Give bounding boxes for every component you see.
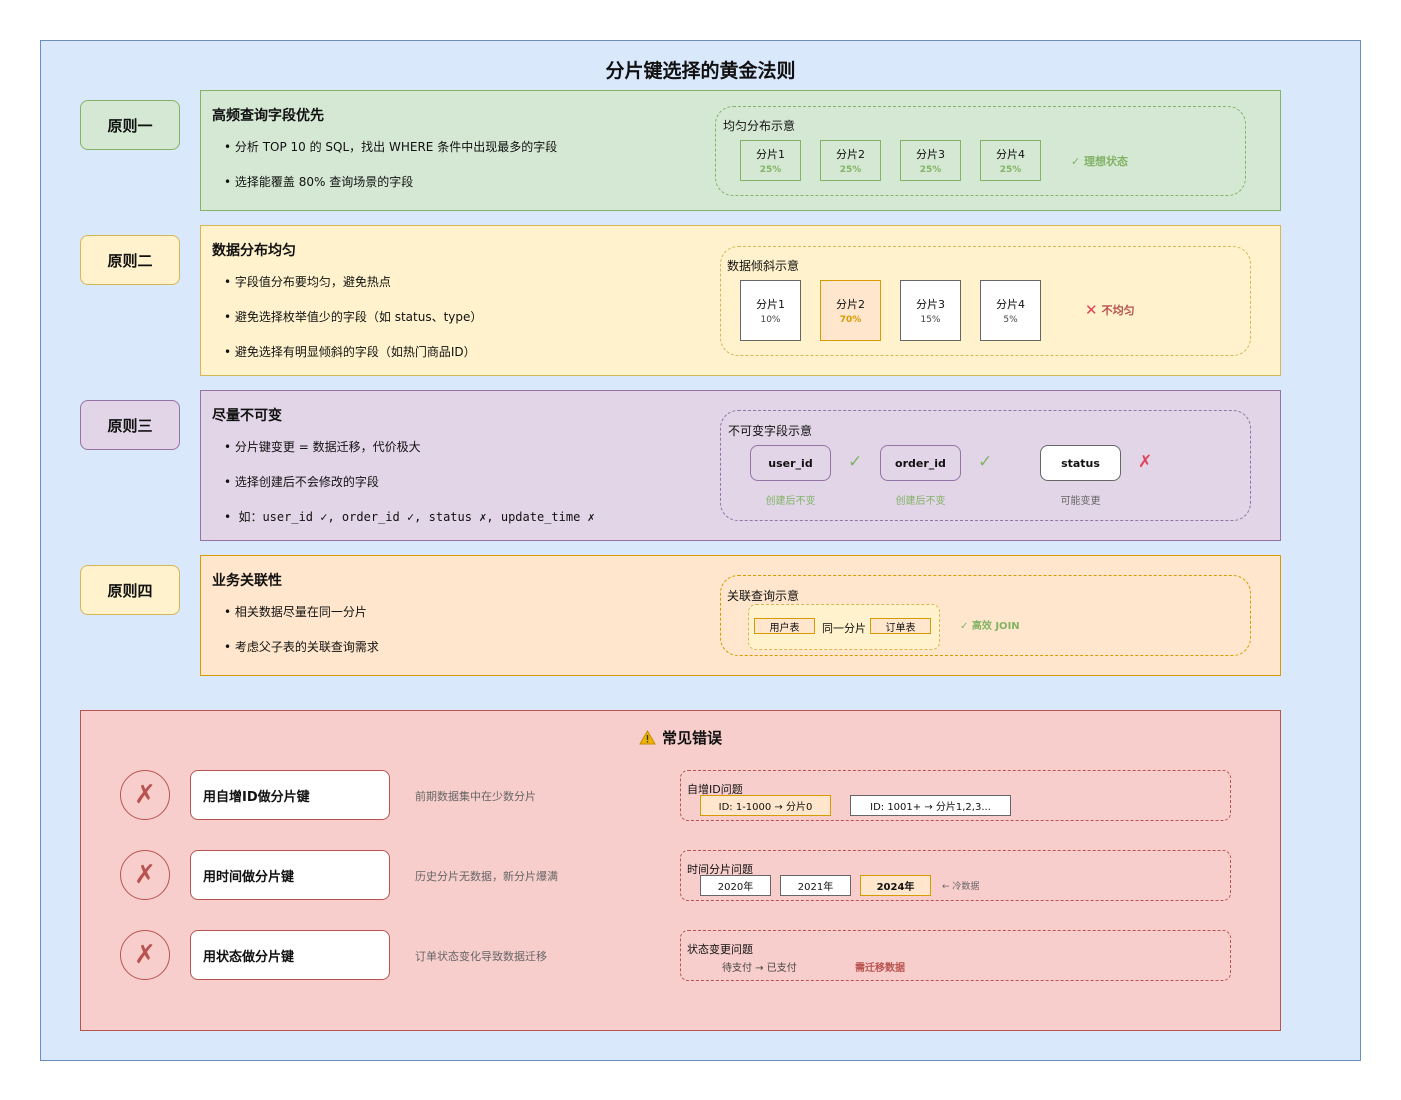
principle-3-bullet-1: • 分片键变更 = 数据迁移，代价极大	[224, 440, 421, 454]
year-box: 2021年	[780, 875, 851, 896]
mistake-x-icon: ✗	[120, 770, 170, 820]
status-change-problem-label: 状态变更问题	[687, 943, 753, 956]
shard-box: 分片3 25%	[900, 140, 961, 181]
principle-4-bullet-2: • 考虑父子表的关联查询需求	[224, 640, 379, 654]
cross-icon: ✗	[1138, 452, 1153, 472]
mistake-2-desc: 历史分片无数据，新分片爆满	[415, 870, 558, 883]
shard-box: 分片1 25%	[740, 140, 801, 181]
warning-icon	[639, 730, 656, 745]
principle-3-bullet-3: • 如：user_id ✓, order_id ✓, status ✗, upd…	[224, 510, 595, 524]
order-id-note: 创建后不变	[895, 496, 946, 507]
mistake-1-title: 用自增ID做分片键	[190, 770, 390, 820]
shard-box: 分片1 10%	[740, 280, 801, 341]
skew-distribution-label: 数据倾斜示意	[727, 259, 800, 273]
principle-4-heading: 业务关联性	[212, 573, 282, 589]
mistake-x-icon: ✗	[120, 930, 170, 980]
principle-1-bullet-2: • 选择能覆盖 80% 查询场景的字段	[224, 175, 414, 189]
principle-3-heading: 尽量不可变	[212, 408, 282, 424]
mistake-3-title: 用状态做分片键	[190, 930, 390, 980]
immutable-field-label: 不可变字段示意	[728, 424, 813, 438]
principle-2-bullet-2: • 避免选择枚举值少的字段（如 status、type）	[224, 310, 483, 324]
shard-box: 分片3 15%	[900, 280, 961, 341]
order-table-box: 订单表	[870, 618, 931, 634]
mistake-2-title: 用时间做分片键	[190, 850, 390, 900]
cold-data-note: ← 冷数据	[942, 882, 980, 892]
principle-3-bullet-2: • 选择创建后不会修改的字段	[224, 475, 379, 489]
efficient-join-label: ✓ 高效 JOIN	[960, 621, 1020, 632]
check-icon: ✓	[978, 452, 993, 472]
principle-2-bullet-3: • 避免选择有明显倾斜的字段（如热门商品ID）	[224, 345, 476, 359]
join-query-label: 关联查询示意	[727, 589, 800, 603]
principle-4-label: 原则四	[80, 565, 180, 615]
order-id-field: order_id	[880, 445, 961, 481]
status-note: 可能变更	[1060, 496, 1101, 507]
common-mistakes-heading: 常见错误	[80, 727, 1281, 748]
principle-4-bullet-1: • 相关数据尽量在同一分片	[224, 605, 367, 619]
year-box: 2020年	[700, 875, 771, 896]
principle-1-bullet-1: • 分析 TOP 10 的 SQL，找出 WHERE 条件中出现最多的字段	[224, 140, 558, 154]
page-title: 分片键选择的黄金法则	[605, 60, 796, 82]
check-icon: ✓	[848, 452, 863, 472]
id-range-box: ID: 1001+ → 分片1,2,3...	[850, 795, 1011, 816]
ideal-status-label: ✓ 理想状态	[1071, 155, 1129, 168]
mistake-3-desc: 订单状态变化导致数据迁移	[415, 950, 547, 963]
principle-2-heading: 数据分布均匀	[212, 243, 296, 259]
even-distribution-label: 均匀分布示意	[723, 119, 796, 133]
shard-box: 分片4 5%	[980, 280, 1041, 341]
same-shard-label: 同一分片	[822, 622, 866, 635]
principle-1-heading: 高频查询字段优先	[212, 108, 324, 124]
user-table-box: 用户表	[754, 618, 815, 634]
principle-3-label: 原则三	[80, 400, 180, 450]
hot-shard-box: 分片2 70%	[820, 280, 881, 341]
cross-icon: ✕	[1085, 301, 1098, 319]
id-range-box: ID: 1-1000 → 分片0	[700, 795, 831, 816]
user-id-field: user_id	[750, 445, 831, 481]
user-id-note: 创建后不变	[765, 496, 816, 507]
uneven-status: ✕ 不均匀	[1085, 301, 1135, 319]
shard-box: 分片4 25%	[980, 140, 1041, 181]
status-flow: 待支付 → 已支付	[722, 963, 797, 974]
principle-2-label: 原则二	[80, 235, 180, 285]
principle-1-label: 原则一	[80, 100, 180, 150]
mistake-1-desc: 前期数据集中在少数分片	[415, 790, 536, 803]
year-box-hot: 2024年	[860, 875, 931, 896]
status-field: status	[1040, 445, 1121, 481]
mistake-x-icon: ✗	[120, 850, 170, 900]
migration-note: 需迁移数据	[855, 963, 905, 974]
principle-2-bullet-1: • 字段值分布要均匀，避免热点	[224, 275, 391, 289]
shard-box: 分片2 25%	[820, 140, 881, 181]
